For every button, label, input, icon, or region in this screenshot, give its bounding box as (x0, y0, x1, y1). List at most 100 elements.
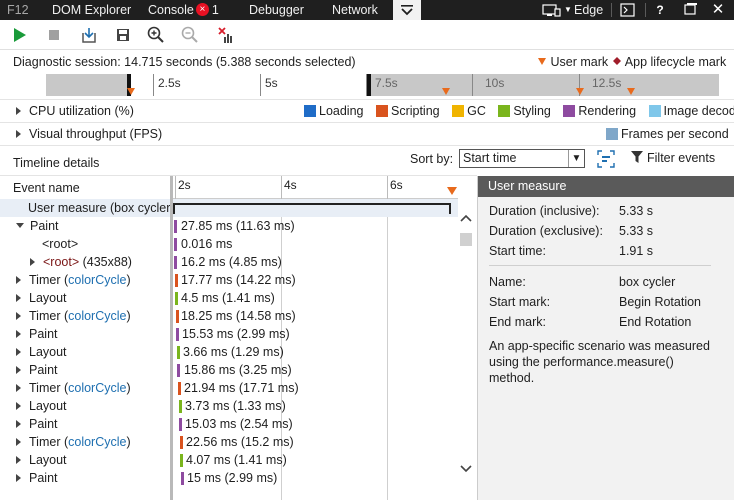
expand-arrow-icon[interactable] (16, 384, 21, 392)
table-row[interactable]: Paint 15.03 ms (2.54 ms) (0, 415, 458, 433)
visual-throughput-section[interactable]: Visual throughput (FPS) (16, 127, 162, 141)
close-icon[interactable]: ✕ (710, 0, 726, 20)
event-name-close: ) (126, 273, 131, 287)
gc-swatch (452, 105, 465, 117)
app-lifecycle-mark-icon (613, 57, 621, 65)
tab-network[interactable]: Network (332, 0, 378, 20)
event-duration: 4.07 ms (1.41 ms) (186, 453, 287, 467)
event-bar (174, 256, 177, 269)
scroll-down-icon[interactable] (460, 465, 472, 473)
tab-more[interactable] (393, 0, 421, 20)
scroll-up-icon[interactable] (460, 214, 472, 222)
expand-arrow-icon[interactable] (16, 456, 21, 464)
table-row[interactable]: Layout 3.73 ms (1.33 ms) (0, 397, 458, 415)
rendering-swatch (563, 105, 576, 117)
timeline-details-title: Timeline details (13, 156, 100, 170)
callback-link[interactable]: colorCycle (68, 309, 126, 323)
scroll-thumb[interactable] (460, 233, 472, 246)
start-time: Start time: 1.91 s (489, 244, 653, 258)
event-bar (175, 292, 178, 305)
table-row[interactable]: <root> 0.016 ms (0, 235, 458, 253)
expand-arrow-icon[interactable] (16, 366, 21, 374)
zoom-in-icon[interactable] (146, 25, 166, 45)
details-title: User measure (478, 176, 734, 197)
table-row[interactable]: Timer (colorCycle) 22.56 ms (15.2 ms) (0, 433, 458, 451)
cpu-utilization-section[interactable]: CPU utilization (%) (16, 104, 134, 118)
browser-target[interactable]: Edge (574, 0, 603, 20)
legend-rendering: Rendering (563, 104, 636, 118)
clear-session-icon[interactable] (216, 25, 236, 45)
start-mark-label: Start mark: (489, 295, 551, 309)
expand-arrow-icon[interactable] (16, 474, 21, 482)
user-mark-icon (442, 88, 450, 95)
duration-inclusive-value: 5.33 s (619, 204, 654, 218)
sort-by-select[interactable]: Start time ▼ (459, 149, 585, 168)
tab-dom-explorer[interactable]: DOM Explorer (52, 0, 131, 20)
ruler-label: 5s (265, 76, 278, 90)
table-row[interactable]: Paint 15 ms (2.99 ms) (0, 469, 458, 487)
performance-tool: F12 DOM Explorer Console × 1 Debugger Netw… (0, 0, 734, 500)
callback-link[interactable]: colorCycle (68, 273, 126, 287)
table-row[interactable]: User measure (box cycler) (0, 199, 458, 217)
undock-icon[interactable] (681, 0, 699, 20)
expand-arrow-icon[interactable] (16, 276, 21, 284)
table-row[interactable]: Layout 4.07 ms (1.41 ms) (0, 451, 458, 469)
legend-loading: Loading (304, 104, 364, 118)
expand-arrow-icon[interactable] (30, 258, 35, 266)
expand-arrow-icon[interactable] (16, 330, 21, 338)
table-row[interactable]: <root> (435x88) 16.2 ms (4.85 ms) (0, 253, 458, 271)
tab-console[interactable]: Console × 1 (148, 0, 219, 20)
expand-arrow-icon[interactable] (16, 348, 21, 356)
f12-label: F12 (7, 3, 29, 17)
stop-icon[interactable] (44, 25, 64, 45)
event-name-column-header[interactable]: Event name (13, 181, 80, 195)
session-ruler[interactable]: 2.5s 5s 7.5s 10s 12.5s (46, 74, 719, 96)
emulation-icon[interactable] (541, 0, 563, 20)
grid-scrollbar[interactable] (458, 209, 474, 479)
legend-image-decoding: Image decoding (648, 104, 734, 118)
table-row[interactable]: Layout 3.66 ms (1.29 ms) (0, 343, 458, 361)
event-duration: 3.73 ms (1.33 ms) (185, 399, 286, 413)
table-row[interactable]: Layout 4.5 ms (1.41 ms) (0, 289, 458, 307)
save-icon[interactable] (113, 25, 133, 45)
event-duration: 4.5 ms (1.41 ms) (181, 291, 275, 305)
measure-description: An app-specific scenario was measured us… (489, 339, 710, 385)
table-row[interactable]: Timer (colorCycle) 18.25 ms (14.58 ms) (0, 307, 458, 325)
event-bar (177, 346, 180, 359)
legend-styling: Styling (498, 104, 551, 118)
help-icon[interactable]: ? (654, 0, 666, 20)
expand-arrow-icon[interactable] (16, 420, 21, 428)
table-row[interactable]: Timer (colorCycle) 17.77 ms (14.22 ms) (0, 271, 458, 289)
callback-link[interactable]: colorCycle (68, 435, 126, 449)
event-grid: User measure (box cycler) Paint 27.85 ms… (0, 199, 458, 500)
event-bar (180, 436, 183, 449)
range-end-handle[interactable] (367, 74, 371, 96)
table-row[interactable]: Paint 15.53 ms (2.99 ms) (0, 325, 458, 343)
table-row[interactable]: Timer (colorCycle) 21.94 ms (17.71 ms) (0, 379, 458, 397)
filter-events-button[interactable]: Filter events (631, 151, 715, 165)
zoom-out-icon[interactable] (180, 25, 200, 45)
tab-debugger[interactable]: Debugger (249, 0, 304, 20)
expand-arrow-icon[interactable] (16, 402, 21, 410)
expand-arrow-icon[interactable] (16, 438, 21, 446)
table-row[interactable]: Paint 15.86 ms (3.25 ms) (0, 361, 458, 379)
expand-arrow-icon (16, 107, 21, 115)
table-row[interactable]: Paint 27.85 ms (11.63 ms) (0, 217, 458, 235)
prompt-icon (620, 3, 635, 17)
column-splitter[interactable] (170, 176, 173, 500)
play-icon[interactable] (10, 25, 30, 45)
event-duration: 21.94 ms (17.71 ms) (184, 381, 299, 395)
sort-by-label: Sort by: (410, 152, 454, 166)
timeline-ruler: 2s 4s 6s (173, 176, 458, 199)
import-icon[interactable] (79, 25, 99, 45)
fit-to-selection-icon[interactable] (597, 150, 615, 168)
chevron-down-icon: ▼ (568, 150, 584, 167)
expand-arrow-icon[interactable] (16, 312, 21, 320)
timeline-tick-label: 4s (284, 178, 297, 192)
collapse-arrow-icon[interactable] (16, 223, 24, 228)
dropdown-arrow-icon[interactable]: ▼ (563, 0, 573, 20)
event-name: Paint (30, 219, 59, 233)
expand-arrow-icon[interactable] (16, 294, 21, 302)
console-toggle-icon[interactable] (619, 0, 637, 20)
callback-link[interactable]: colorCycle (68, 381, 126, 395)
